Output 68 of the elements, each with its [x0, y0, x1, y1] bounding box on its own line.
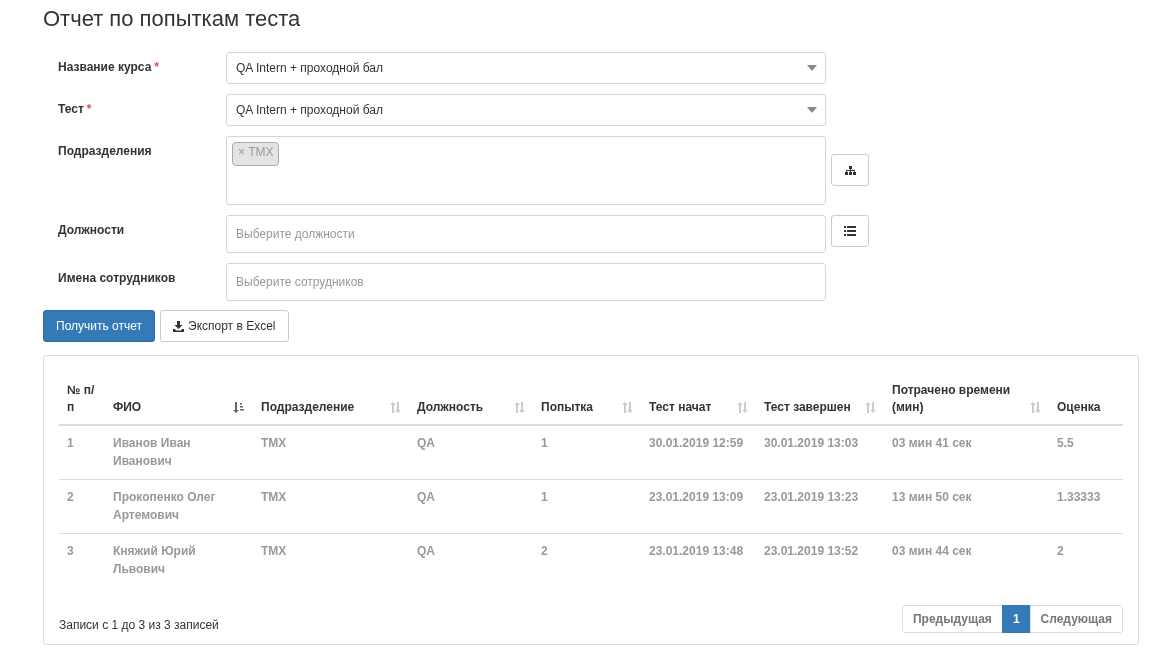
column-header[interactable]: Тест завершен [764, 399, 851, 416]
table-cell: TMX [261, 490, 287, 504]
records-info: Записи с 1 до 3 из 3 записей [59, 617, 219, 632]
table-cell: 2 [67, 490, 74, 504]
sort-icon[interactable] [514, 402, 525, 413]
column-header[interactable]: ФИО [113, 399, 142, 416]
pagination-button[interactable]: Следующая [1029, 605, 1123, 633]
table-cell: TMX [261, 436, 287, 450]
column-header[interactable]: Попытка [541, 399, 593, 416]
table-cell: 3 [67, 544, 74, 558]
download-icon [173, 320, 184, 332]
table-cell: 23.01.2019 13:52 [764, 544, 859, 558]
field-label: Подразделения [58, 144, 152, 158]
pagination-button[interactable]: Предыдущая [902, 605, 1003, 633]
table-cell: 1 [541, 490, 548, 504]
table-cell: Княжий Юрий Львович [113, 544, 196, 576]
field-label: Имена сотрудников [58, 271, 176, 285]
column-header[interactable]: Подразделение [261, 399, 355, 416]
input-field[interactable]: Выберите должности [226, 215, 826, 253]
column-header[interactable]: Оценка [1057, 399, 1101, 416]
export-button[interactable]: Экспорт в Excel [160, 310, 289, 342]
column-header[interactable]: № п/п [67, 382, 97, 416]
list-icon [844, 226, 856, 236]
hierarchy-icon [844, 165, 856, 175]
pagination-button[interactable]: 1 [1001, 605, 1031, 633]
select-field[interactable]: QA Intern + проходной бал [226, 52, 826, 84]
table-cell: 23.01.2019 13:09 [649, 490, 744, 504]
get-report-button[interactable]: Получить отчет [43, 310, 155, 342]
sort-ascending-icon[interactable] [233, 402, 245, 413]
select-field[interactable]: QA Intern + проходной бал [226, 94, 826, 126]
column-header[interactable]: Потрачено времени (мин) [892, 382, 1026, 416]
sort-icon[interactable] [737, 402, 748, 413]
page-title: Отчет по попыткам теста [43, 5, 302, 33]
table-cell: 13 мин 50 сек [892, 490, 972, 504]
field-label: Тест [58, 102, 84, 116]
field-label: Должности [58, 223, 125, 237]
table-cell: 23.01.2019 13:48 [649, 544, 744, 558]
required-mark: * [154, 60, 159, 74]
table-cell: 30.01.2019 12:59 [649, 436, 744, 450]
table-cell: Прокопенко Олег Артемович [113, 490, 216, 522]
table-cell: TMX [261, 544, 287, 558]
table-cell: 1.33333 [1057, 490, 1101, 504]
sort-icon[interactable] [622, 402, 633, 413]
caret-icon [807, 65, 817, 71]
table-cell: QA [417, 436, 435, 450]
table-cell: 5.5 [1057, 436, 1074, 450]
input-field[interactable]: Выберите сотрудников [226, 263, 826, 301]
caret-icon [807, 107, 817, 113]
field-label: Название курса [58, 60, 152, 74]
column-header[interactable]: Должность [417, 399, 484, 416]
sort-icon[interactable] [390, 402, 401, 413]
table-cell: 03 мин 44 сек [892, 544, 972, 558]
table-cell: QA [417, 490, 435, 504]
column-header[interactable]: Тест начат [649, 399, 712, 416]
table-cell: 1 [67, 436, 74, 450]
picker-button[interactable] [831, 154, 869, 186]
table-cell: Иванов Иван Иванович [113, 436, 191, 468]
table-cell: 2 [1057, 544, 1064, 558]
sort-icon[interactable] [1030, 402, 1041, 413]
table-cell: 23.01.2019 13:23 [764, 490, 859, 504]
table-cell: QA [417, 544, 435, 558]
table-cell: 30.01.2019 13:03 [764, 436, 859, 450]
table-cell: 03 мин 41 сек [892, 436, 972, 450]
table-cell: 2 [541, 544, 548, 558]
required-mark: * [86, 102, 92, 116]
sort-icon[interactable] [865, 402, 876, 413]
table-cell: 1 [541, 436, 548, 450]
picker-button[interactable] [831, 215, 869, 247]
